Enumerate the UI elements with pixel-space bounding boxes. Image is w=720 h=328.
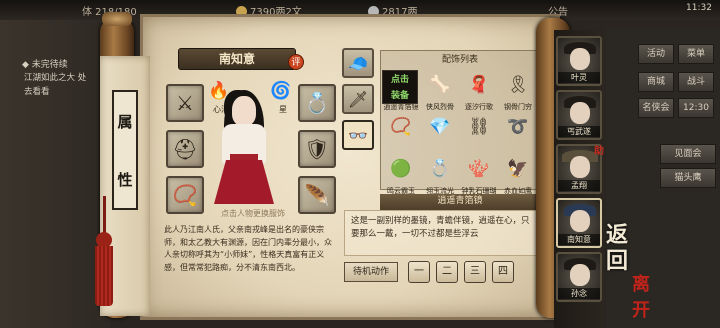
face-shape: [570, 264, 590, 286]
accessory-item[interactable]: ➰: [501, 110, 535, 144]
token-icon: 🪶: [304, 183, 330, 207]
portrait-4[interactable]: 孙念: [556, 252, 602, 302]
action-button-3[interactable]: 三: [464, 261, 486, 283]
equip-slot-weapon[interactable]: ⚔: [166, 84, 204, 122]
tassel: [95, 246, 113, 306]
scroll-rod-cap: [102, 12, 132, 26]
ring-icon: 💍: [429, 159, 451, 179]
accessory-item[interactable]: 🦅: [501, 152, 535, 186]
band-icon: ➰: [507, 117, 529, 137]
equip-button[interactable]: 点击 装备: [382, 70, 418, 104]
tab-weapon-skin[interactable]: 🗡: [342, 84, 374, 114]
tab-headwear[interactable]: 🧢: [342, 48, 374, 78]
accessory-item[interactable]: 📿: [384, 110, 418, 144]
glasses-icon: 👓: [348, 125, 368, 145]
face-shape: [570, 48, 590, 70]
menu-timer: 12:30: [678, 98, 714, 118]
chain-icon: ⛓: [468, 117, 490, 137]
selected-accessory-title: 逍遥青箔镜: [380, 194, 540, 210]
menu-activity[interactable]: 活动: [638, 44, 674, 64]
tab-glasses[interactable]: 👓: [342, 120, 374, 150]
cap-icon: 🧢: [348, 53, 368, 73]
accessory-item[interactable]: 🧣: [462, 68, 496, 102]
face-shape: [570, 102, 590, 124]
selected-accessory-desc: 这是一副别样的墨镜，青蟾伴镜，逍遥在心，只要那么一戴，一切不过都是些浮云: [344, 210, 540, 256]
quest-title-text: 未完待续: [31, 60, 68, 70]
scarf-icon: 🧣: [468, 75, 490, 95]
skill-right[interactable]: 🌀 星: [268, 78, 298, 115]
necklace-icon: 💎: [429, 117, 451, 137]
accessory-item[interactable]: 💎: [423, 110, 457, 144]
bones-icon: 🦴: [429, 75, 451, 95]
action-button-2[interactable]: 二: [436, 261, 458, 283]
coral-icon: 🪸: [468, 159, 490, 179]
bracelet-icon: 💍: [304, 91, 330, 115]
character-head: [232, 96, 256, 126]
equip-button-label: 点击 装备: [390, 75, 409, 101]
menu-shop[interactable]: 商城: [638, 72, 674, 92]
swirl-icon: 🌀: [270, 81, 292, 101]
accessory-item[interactable]: 🦴: [423, 68, 457, 102]
portrait-name: 南知意: [558, 234, 600, 245]
accessory-item[interactable]: 🪸: [462, 152, 496, 186]
equip-slot-token[interactable]: 🪶: [298, 176, 336, 214]
clock: 11:32: [686, 3, 712, 13]
helper-badge: 助: [594, 146, 604, 157]
helmet-icon: ⛑: [172, 137, 198, 161]
menu-hero-meet[interactable]: 名侠会: [638, 98, 674, 118]
portrait-name: 丐武遂: [558, 126, 600, 137]
equip-slot-armor[interactable]: 🛡: [298, 130, 336, 168]
action-button-4[interactable]: 四: [492, 261, 514, 283]
skill-right-label: 星: [279, 105, 287, 114]
return-button[interactable]: 返回: [606, 222, 636, 274]
quest-title[interactable]: ◆ 未完待续: [22, 57, 68, 70]
leave-stamp: 离开: [632, 274, 650, 321]
rating-badge[interactable]: 评: [288, 54, 304, 70]
option-meeting-label: 见面会: [674, 149, 702, 159]
accessory-tabs: 🧢 🗡 👓: [342, 48, 374, 156]
character-description: 此人乃江南人氏，父亲南戎峰是出名的豪侠宗师，和太乙教大有渊源，因在门内辈分最小，…: [164, 225, 332, 272]
jade-icon: 🟢: [390, 159, 412, 179]
attribute-char-1: 属: [117, 112, 133, 131]
portrait-name: 孙念: [558, 288, 600, 299]
option-owl-label: 猫头鹰: [674, 173, 702, 183]
portrait-3-selected[interactable]: 南知意: [556, 198, 602, 248]
character-name: 南知意: [178, 48, 296, 70]
menu-battle[interactable]: 战斗: [678, 72, 714, 92]
eagle-icon: 🦅: [507, 159, 529, 179]
bracelet-icon: 📿: [390, 117, 412, 137]
equip-slot-bracelet[interactable]: 💍: [298, 84, 336, 122]
armor-icon: 🛡: [304, 137, 330, 161]
menu-menu[interactable]: 菜单: [678, 44, 714, 64]
accessory-item[interactable]: 🟢: [384, 152, 418, 186]
equip-slot-helmet[interactable]: ⛑: [166, 130, 204, 168]
portrait-0[interactable]: 叶灵: [556, 36, 602, 86]
accessory-item[interactable]: 💍: [423, 152, 457, 186]
face-shape: [570, 210, 590, 232]
tassel-cord: [103, 196, 106, 236]
accessory-item[interactable]: ⛓: [462, 110, 496, 144]
change-outfit-hint: 点击人物更换服饰: [221, 209, 285, 218]
necklace-icon: 📿: [172, 183, 198, 207]
quest-desc: 江湖如此之大 处去看看: [24, 73, 87, 97]
action-button-1[interactable]: 一: [408, 261, 430, 283]
attribute-tab[interactable]: 属 性: [112, 90, 138, 210]
sword-icon: ⚔: [176, 91, 194, 115]
portrait-name: 叶灵: [558, 72, 600, 83]
option-meeting[interactable]: 见面会: [660, 144, 716, 164]
blade-icon: 🗡: [347, 89, 369, 109]
idle-action-label: 待机动作: [344, 262, 398, 282]
portrait-1[interactable]: 丐武遂: [556, 90, 602, 140]
equip-slot-necklace[interactable]: 📿: [166, 176, 204, 214]
belt-icon: 🎗: [507, 75, 529, 95]
face-shape: [570, 156, 590, 178]
attribute-char-2: 性: [117, 170, 133, 189]
portrait-name: 孟翔: [558, 180, 600, 191]
accessory-item[interactable]: 🎗: [501, 68, 535, 102]
flame-icon: 🔥: [208, 81, 230, 101]
option-owl[interactable]: 猫头鹰: [660, 168, 716, 188]
